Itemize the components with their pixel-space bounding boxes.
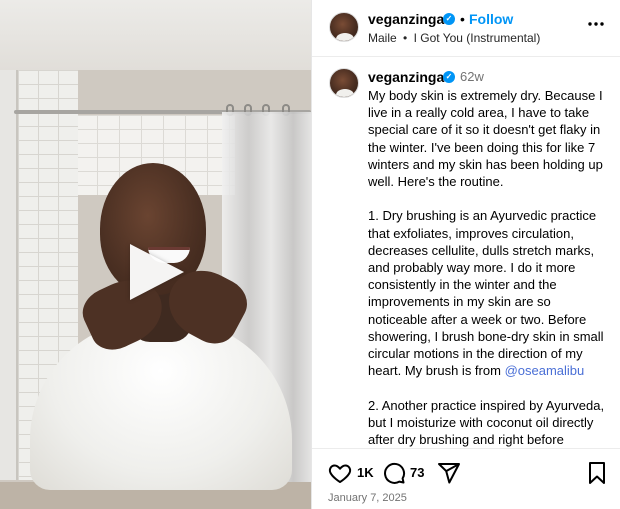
follow-button[interactable]: Follow: [469, 11, 513, 27]
caption-username[interactable]: veganzinga: [368, 69, 444, 85]
media-wall: [0, 0, 311, 70]
caption-section: veganzinga ✓ 62w My body skin is extreme…: [312, 58, 620, 448]
verified-badge-icon: ✓: [443, 13, 455, 25]
avatar[interactable]: [329, 68, 359, 98]
audio-artist[interactable]: Maile: [368, 31, 397, 45]
comment-icon[interactable]: [382, 461, 406, 485]
caption-paragraph: 2. Another practice inspired by Ayurveda…: [368, 397, 605, 448]
post-date: January 7, 2025: [328, 492, 407, 504]
post-time[interactable]: 62w: [460, 69, 484, 84]
play-icon[interactable]: [130, 244, 184, 300]
username[interactable]: veganzinga: [368, 11, 444, 27]
avatar[interactable]: [329, 12, 359, 42]
post-media[interactable]: [0, 0, 311, 509]
caption-paragraph: 1. Dry brushing is an Ayurvedic practice…: [368, 207, 613, 379]
likes-count[interactable]: 1K: [357, 465, 374, 480]
post-header: veganzinga ✓ • Follow Maile • I Got You …: [312, 0, 620, 57]
action-bar: 1K 73 January 7, 2025: [312, 448, 620, 509]
dot-separator: •: [460, 11, 465, 27]
audio-track[interactable]: I Got You (Instrumental): [414, 31, 541, 45]
audio-separator: •: [403, 31, 408, 45]
media-door-frame: [0, 70, 18, 480]
heart-icon[interactable]: [328, 461, 352, 485]
audio-info[interactable]: Maile • I Got You (Instrumental): [368, 31, 540, 45]
send-icon[interactable]: [437, 461, 461, 485]
comments-count[interactable]: 73: [410, 465, 424, 480]
mention-link[interactable]: @oseamalibu: [505, 363, 585, 378]
caption-paragraph: My body skin is extremely dry. Because I…: [368, 88, 603, 190]
bookmark-icon[interactable]: [587, 461, 607, 485]
verified-badge-icon: ✓: [443, 71, 455, 83]
post-panel: veganzinga ✓ • Follow Maile • I Got You …: [311, 0, 620, 509]
caption-paragraph-text: 1. Dry brushing is an Ayurvedic practice…: [368, 208, 604, 379]
more-options-icon[interactable]: [587, 16, 605, 34]
caption-text: My body skin is extremely dry. Because I…: [368, 87, 613, 448]
